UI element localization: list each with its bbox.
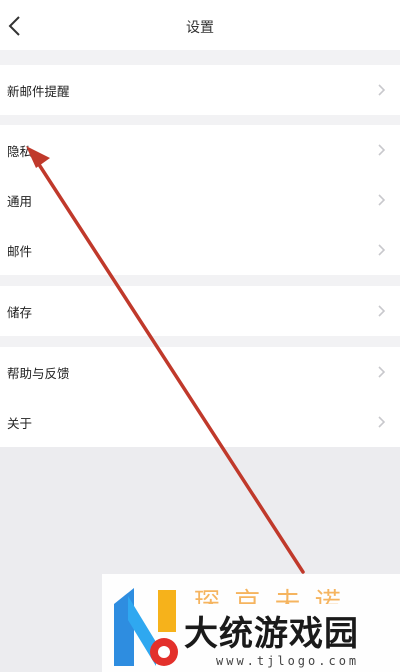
brand-logo-icon bbox=[114, 588, 178, 666]
brand-url: www.tjlogo.com bbox=[216, 654, 360, 668]
settings-group-about: 帮助与反馈 关于 bbox=[0, 347, 400, 447]
settings-group-storage: 储存 bbox=[0, 286, 400, 336]
settings-item-storage[interactable]: 储存 bbox=[0, 286, 400, 336]
settings-item-privacy[interactable]: 隐私 bbox=[0, 125, 400, 175]
settings-item-label: 关于 bbox=[7, 415, 33, 431]
brand-top-text: 琛 京 夫 诺 bbox=[194, 588, 344, 604]
chevron-right-icon bbox=[378, 144, 386, 156]
settings-group-notifications: 新邮件提醒 bbox=[0, 65, 400, 115]
chevron-right-icon bbox=[378, 194, 386, 206]
settings-item-label: 通用 bbox=[7, 193, 33, 209]
settings-item-about[interactable]: 关于 bbox=[0, 397, 400, 447]
page-title: 设置 bbox=[186, 20, 214, 36]
top-bar: 设置 bbox=[0, 0, 400, 50]
chevron-right-icon bbox=[378, 416, 386, 428]
settings-item-mail[interactable]: 邮件 bbox=[0, 225, 400, 275]
brand-name: 大统游戏园 bbox=[184, 614, 359, 654]
settings-item-label: 邮件 bbox=[7, 243, 33, 259]
settings-item-help-feedback[interactable]: 帮助与反馈 bbox=[0, 347, 400, 397]
settings-item-label: 帮助与反馈 bbox=[7, 365, 70, 381]
settings-item-label: 新邮件提醒 bbox=[7, 83, 70, 99]
settings-item-general[interactable]: 通用 bbox=[0, 175, 400, 225]
settings-group-general: 隐私 通用 邮件 bbox=[0, 125, 400, 275]
chevron-right-icon bbox=[378, 84, 386, 96]
chevron-right-icon bbox=[378, 366, 386, 378]
settings-item-label: 储存 bbox=[7, 304, 33, 320]
watermark: 琛 京 夫 诺 大统游戏园 www.tjlogo.com bbox=[102, 574, 400, 672]
settings-item-label: 隐私 bbox=[7, 143, 33, 159]
chevron-right-icon bbox=[378, 305, 386, 317]
settings-item-new-mail-alert[interactable]: 新邮件提醒 bbox=[0, 65, 400, 115]
chevron-right-icon bbox=[378, 244, 386, 256]
